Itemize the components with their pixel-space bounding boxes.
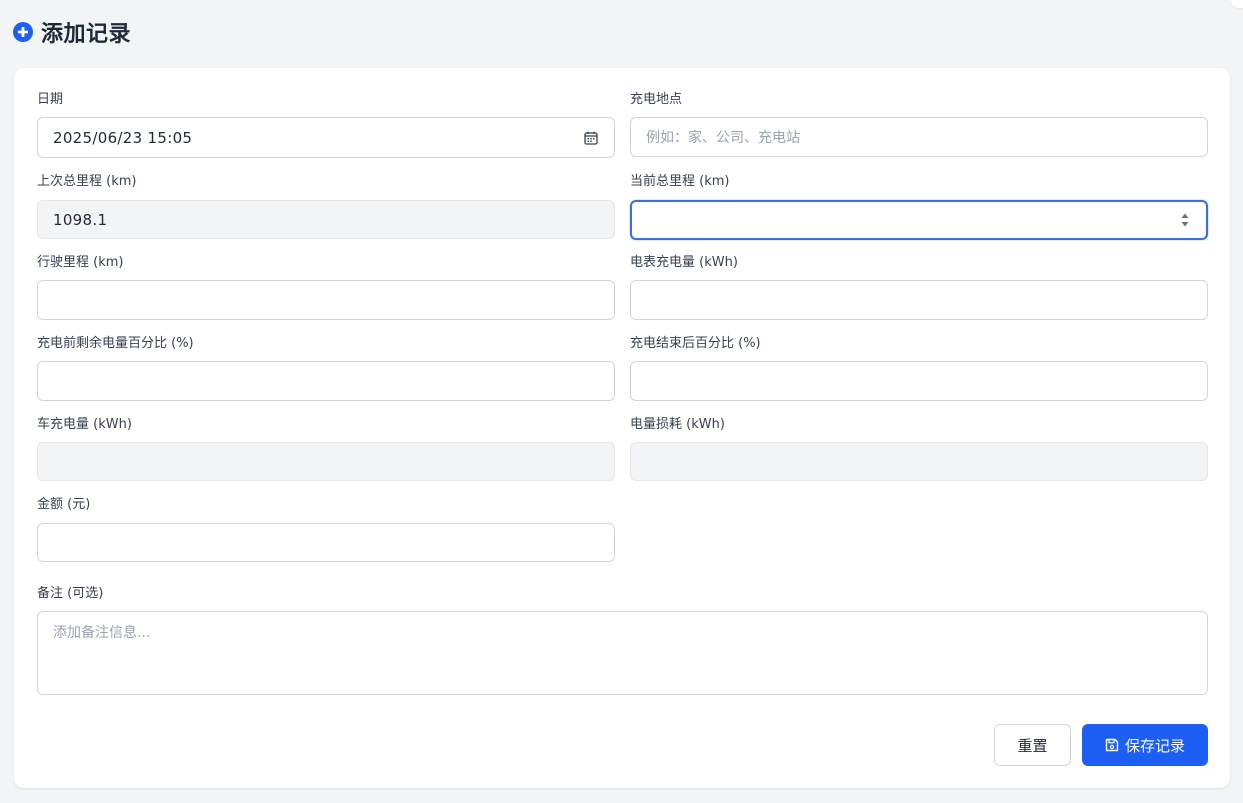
energy-loss-field: 电量损耗 (kWh) [630,416,1208,481]
date-value: 2025/06/23 15:05 [53,128,193,147]
current-odometer-label: 当前总里程 (km) [630,174,730,189]
car-energy-input [37,442,615,481]
top-right-card-edge [1231,0,1243,8]
amount-label: 金额 (元) [37,497,91,512]
meter-energy-label: 电表充电量 (kWh) [630,255,738,270]
soc-before-input[interactable] [37,361,615,401]
car-energy-field: 车充电量 (kWh) [37,416,615,481]
notes-label: 备注 (可选) [37,586,104,601]
page-title: 添加记录 [41,22,132,47]
date-input[interactable]: 2025/06/23 15:05 [37,117,615,158]
meter-energy-field: 电表充电量 (kWh) [630,254,1208,320]
soc-before-field: 充电前剩余电量百分比 (%) [37,335,615,401]
notes-field: 备注 (可选) 添加备注信息... [37,585,1208,695]
notes-textarea[interactable]: 添加备注信息... [37,611,1208,695]
trip-distance-field: 行驶里程 (km) [37,254,615,320]
spinner-arrows-icon[interactable] [1180,210,1190,230]
location-placeholder: 例如：家、公司、充电站 [646,130,800,146]
floppy-disk-icon [1105,738,1119,752]
soc-after-label: 充电结束后百分比 (%) [630,336,761,351]
plus-circle-icon [13,22,33,42]
date-field: 日期 2025/06/23 15:05 [37,91,615,158]
car-energy-label: 车充电量 (kWh) [37,417,132,432]
soc-after-input[interactable] [630,361,1208,401]
last-odometer-input: 1098.1 [37,200,615,239]
calendar-icon[interactable] [584,131,598,145]
date-label: 日期 [37,92,64,107]
save-record-button-label: 保存记录 [1124,736,1185,755]
energy-loss-input [630,442,1208,481]
soc-after-field: 充电结束后百分比 (%) [630,335,1208,401]
trip-distance-label: 行驶里程 (km) [37,255,124,270]
location-input[interactable]: 例如：家、公司、充电站 [630,117,1208,157]
notes-placeholder: 添加备注信息... [53,625,151,641]
record-form-card: 日期 2025/06/23 15:05 充电地点 例如：家、公司、充电站 上次总… [14,68,1230,788]
soc-before-label: 充电前剩余电量百分比 (%) [37,336,194,351]
meter-energy-input[interactable] [630,280,1208,320]
current-odometer-field: 当前总里程 (km) [630,173,1208,240]
reset-button[interactable]: 重置 [994,724,1071,766]
trip-distance-input[interactable] [37,280,615,320]
amount-field: 金额 (元) [37,496,615,562]
save-record-button[interactable]: 保存记录 [1082,724,1208,766]
reset-button-label: 重置 [1017,736,1048,755]
amount-input[interactable] [37,523,615,562]
page-header: 添加记录 [13,16,131,48]
energy-loss-label: 电量损耗 (kWh) [630,417,725,432]
location-label: 充电地点 [630,92,683,107]
last-odometer-field: 上次总里程 (km) 1098.1 [37,173,615,239]
last-odometer-label: 上次总里程 (km) [37,174,137,189]
current-odometer-input[interactable] [630,200,1208,240]
location-field: 充电地点 例如：家、公司、充电站 [630,91,1208,157]
last-odometer-value: 1098.1 [53,210,108,229]
